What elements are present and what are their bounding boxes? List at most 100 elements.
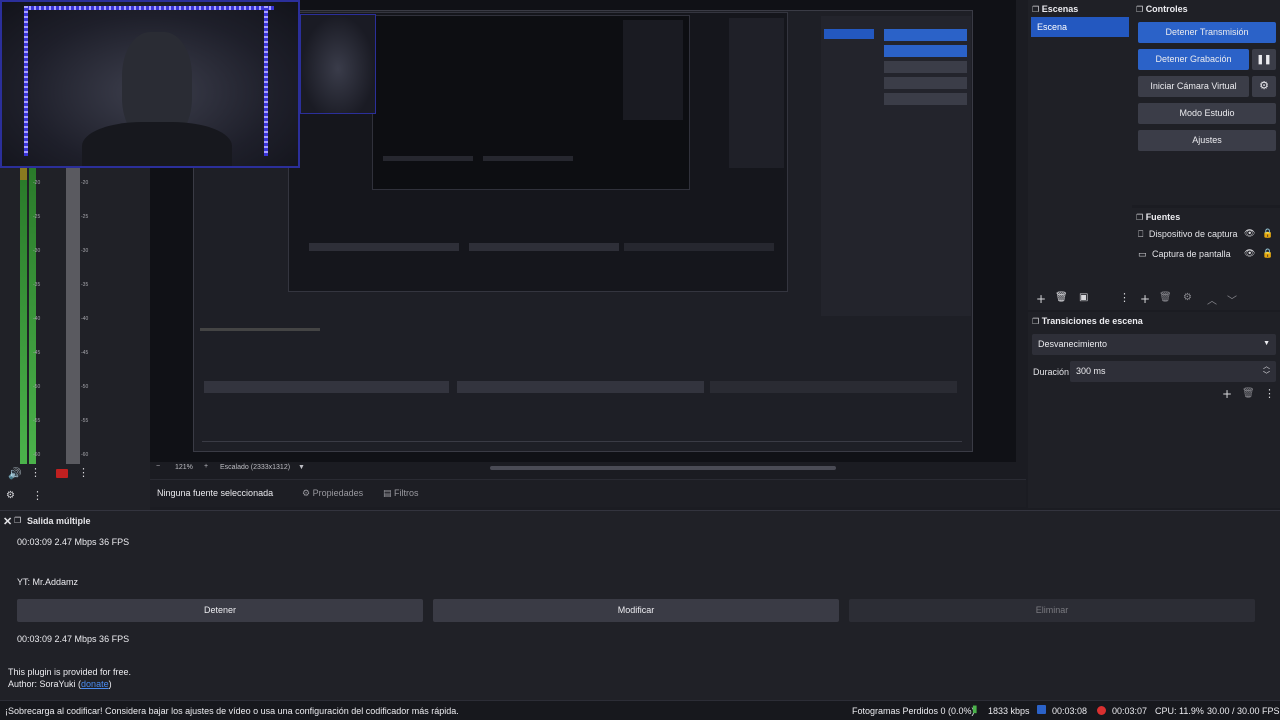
- add-source-icon[interactable]: +: [1140, 292, 1150, 306]
- duration-label: Duración: [1033, 367, 1070, 377]
- preview-scrollbar[interactable]: [490, 466, 836, 470]
- delete-button[interactable]: Eliminar: [849, 599, 1255, 622]
- mute-icon[interactable]: [56, 469, 68, 478]
- sources-dock: ❐ Fuentes ⎕ Dispositivo de captura 👁 🔒 ▭…: [1132, 208, 1280, 310]
- add-transition-icon[interactable]: +: [1222, 387, 1232, 401]
- gear-icon[interactable]: ⚙: [1252, 76, 1276, 97]
- no-source-label: Ninguna fuente seleccionada: [157, 488, 274, 498]
- transitions-menu-icon[interactable]: ⋮: [1264, 387, 1275, 400]
- volume-icon[interactable]: 🔊: [8, 467, 22, 480]
- virtual-cam-button[interactable]: Iniciar Cámara Virtual: [1138, 76, 1249, 97]
- sources-title-label: Fuentes: [1145, 212, 1181, 222]
- studio-mode-button[interactable]: Modo Estudio: [1138, 103, 1276, 124]
- scene-item[interactable]: Escena: [1031, 17, 1129, 37]
- scale-tick: -20: [33, 180, 41, 186]
- fps-readout: 30.00 / 30.00 FPS: [1207, 706, 1280, 716]
- stop-record-button[interactable]: Detener Grabación: [1138, 49, 1249, 70]
- scale-tick: -60: [81, 452, 89, 458]
- source-label: Captura de pantalla: [1152, 249, 1231, 259]
- chevron-down-icon[interactable]: ▼: [298, 464, 305, 471]
- properties-label: Propiedades: [312, 488, 364, 498]
- scale-tick: -50: [33, 384, 41, 390]
- dock-icon: ❐: [1032, 317, 1040, 326]
- scenes-dock: ❐ Escenas Escena + 🗑 ▣ ⋮: [1028, 0, 1132, 310]
- audio-meter-2-left: [66, 168, 73, 464]
- undock-icon[interactable]: ❐: [14, 516, 21, 525]
- lock-icon[interactable]: 🔒: [1262, 249, 1273, 259]
- output-stats: 00:03:09 2.47 Mbps 36 FPS: [17, 537, 130, 547]
- scale-tick: -50: [81, 384, 89, 390]
- controls-dock: ❐ Controles Detener Transmisión Detener …: [1132, 0, 1280, 205]
- monitor-icon: ▭: [1138, 250, 1147, 260]
- stream-time: 00:03:08: [1052, 706, 1088, 716]
- scale-tick: -40: [33, 316, 41, 322]
- duration-spinbox[interactable]: 300 ms ︿ ﹀: [1070, 361, 1276, 382]
- transition-select[interactable]: Desvanecimiento ▼: [1032, 334, 1276, 355]
- scale-tick: -30: [33, 248, 41, 254]
- bitrate: 1833 kbps: [988, 706, 1030, 716]
- record-time: 00:03:07: [1112, 706, 1148, 716]
- transitions-dock: ❐ Transiciones de escena Desvanecimiento…: [1028, 312, 1280, 508]
- source-toolbar: Ninguna fuente seleccionada ⚙ Propiedade…: [150, 479, 1026, 507]
- stop-stream-button[interactable]: Detener Transmisión: [1138, 22, 1276, 43]
- donate-link[interactable]: donate: [81, 679, 109, 689]
- chevron-down-icon[interactable]: ﹀: [1227, 292, 1237, 307]
- mixer-settings-icon[interactable]: ⚙: [6, 490, 15, 501]
- encoder-warning: ¡Sobrecarga al codificar! Considera baja…: [5, 706, 459, 716]
- gear-icon[interactable]: ⚙: [1183, 292, 1192, 303]
- controls-title-label: Controles: [1145, 4, 1188, 14]
- dropped-frames: Fotogramas Perdidos 0 (0.0%): [852, 706, 975, 716]
- chevron-up-icon[interactable]: ︿: [1207, 292, 1217, 307]
- trash-icon[interactable]: 🗑: [1159, 292, 1172, 303]
- settings-button[interactable]: Ajustes: [1138, 130, 1276, 151]
- mixer-menu-icon-2[interactable]: ⋮: [78, 466, 89, 479]
- scale-tick: -25: [33, 214, 41, 220]
- webcam-feed-nested: [300, 14, 376, 114]
- scale-tick: -60: [33, 452, 41, 458]
- zoom-in-icon[interactable]: +: [204, 463, 208, 470]
- lock-icon[interactable]: 🔒: [1262, 229, 1273, 239]
- output-stats-2: 00:03:09 2.47 Mbps 36 FPS: [17, 634, 130, 644]
- dock-icon: ❐: [1136, 213, 1144, 222]
- sources-title: ❐ Fuentes: [1136, 212, 1180, 222]
- mixer-menu-icon[interactable]: ⋮: [30, 466, 41, 479]
- eye-icon[interactable]: 👁: [1244, 249, 1255, 259]
- scenes-title: ❐ Escenas: [1032, 4, 1078, 14]
- chevron-down-icon[interactable]: ﹀: [1263, 366, 1270, 386]
- close-icon[interactable]: ✕: [3, 515, 12, 528]
- scene-filter-icon[interactable]: ▣: [1079, 292, 1088, 303]
- mixer-options-icon[interactable]: ⋮: [32, 489, 43, 502]
- output-channel: YT: Mr.Addamz: [17, 577, 79, 587]
- properties-button[interactable]: ⚙ Propiedades: [302, 488, 363, 499]
- plugin-note: This plugin is provided for free.: [8, 667, 132, 677]
- transitions-title-label: Transiciones de escena: [1041, 316, 1143, 326]
- zoom-level: 121%: [175, 464, 193, 471]
- dock-icon: ❐: [1032, 5, 1040, 14]
- audio-meter-left: [20, 168, 27, 464]
- controls-title: ❐ Controles: [1136, 4, 1188, 14]
- scale-tick: -30: [81, 248, 89, 254]
- camera-icon: ⎕: [1138, 230, 1144, 240]
- transitions-title: ❐ Transiciones de escena: [1032, 316, 1143, 326]
- dock-icon: ❐: [1136, 5, 1144, 14]
- scale-tick: -40: [81, 316, 89, 322]
- trash-icon[interactable]: 🗑: [1055, 292, 1068, 303]
- scenes-menu-icon[interactable]: ⋮: [1119, 291, 1130, 304]
- source-item[interactable]: ▭ Captura de pantalla 👁 🔒: [1138, 249, 1278, 265]
- scale-tick: -45: [33, 350, 41, 356]
- scale-label: Escalado (2333x1312): [220, 464, 291, 471]
- zoom-out-icon[interactable]: −: [156, 463, 160, 470]
- author-prefix: Author: SoraYuki (: [8, 679, 82, 689]
- modify-button[interactable]: Modificar: [433, 599, 839, 622]
- transition-value: Desvanecimiento: [1038, 339, 1108, 349]
- source-item[interactable]: ⎕ Dispositivo de captura 👁 🔒: [1138, 229, 1278, 245]
- filter-icon: ▤: [383, 489, 392, 499]
- filters-button[interactable]: ▤ Filtros: [383, 488, 419, 499]
- stop-button[interactable]: Detener: [17, 599, 423, 622]
- duration-value: 300 ms: [1076, 366, 1106, 376]
- add-scene-icon[interactable]: +: [1036, 292, 1046, 306]
- trash-icon[interactable]: 🗑: [1242, 388, 1255, 399]
- pause-icon[interactable]: ❚❚: [1252, 49, 1276, 70]
- scale-tick: -20: [81, 180, 89, 186]
- eye-icon[interactable]: 👁: [1244, 229, 1255, 239]
